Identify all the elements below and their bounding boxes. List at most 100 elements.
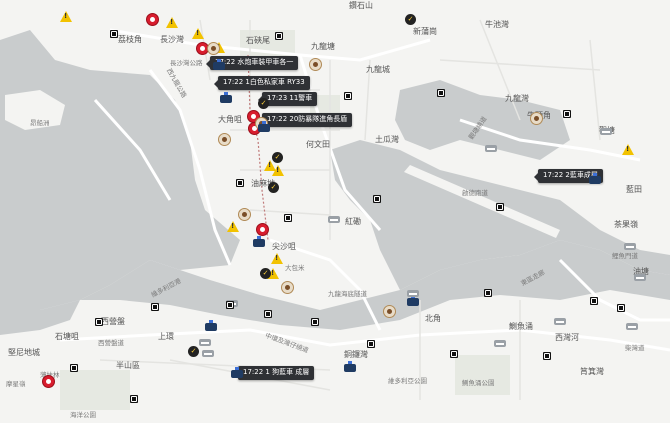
- mtr-station-icon: [590, 297, 598, 305]
- dog-marker[interactable]: [207, 42, 220, 55]
- dog-marker[interactable]: [238, 208, 251, 221]
- small-label-oceanpark: 海洋公園: [70, 411, 96, 419]
- police-van-marker[interactable]: [589, 173, 601, 184]
- place-northpoint: 北角: [425, 314, 441, 323]
- warning-marker[interactable]: !: [166, 17, 178, 28]
- callout-white-car[interactable]: 17:22 1白色私家車 RY33: [214, 76, 310, 90]
- mtr-station-icon: [264, 310, 272, 318]
- police-van-marker[interactable]: [205, 320, 217, 331]
- dog-marker[interactable]: [281, 281, 294, 294]
- small-label-csw-road: 長沙灣公路: [170, 59, 203, 67]
- mtr-station-icon: [367, 340, 375, 348]
- place-taipaomai: 大包米: [285, 264, 305, 272]
- checkpoint-marker[interactable]: [258, 98, 269, 109]
- mtr-station-icon: [95, 318, 103, 326]
- police-van-marker[interactable]: [253, 236, 265, 247]
- small-label-harbour-tunnel: 九龍海底隧道: [328, 290, 367, 298]
- small-label-syp-road: 西營盤道: [98, 339, 124, 347]
- mtr-station-icon: [284, 214, 292, 222]
- car-marker[interactable]: [634, 274, 646, 281]
- police-van-marker[interactable]: [258, 121, 270, 132]
- police-van-marker[interactable]: [213, 59, 225, 70]
- checkpoint-marker[interactable]: [188, 346, 199, 357]
- warning-marker[interactable]: !: [60, 11, 72, 22]
- dog-marker[interactable]: [309, 58, 322, 71]
- mtr-station-icon: [151, 303, 159, 311]
- place-lamtin: 藍田: [626, 185, 642, 194]
- car-marker[interactable]: [407, 290, 419, 297]
- car-marker[interactable]: [485, 145, 497, 152]
- small-label-lymun: 鯉魚門道: [612, 252, 638, 260]
- place-causewaybay: 銅鑼灣: [344, 350, 368, 359]
- red-incident-marker[interactable]: [256, 223, 269, 236]
- place-sanpokong: 新蒲崗: [413, 27, 437, 36]
- mtr-station-icon: [437, 89, 445, 97]
- place-tokwawan: 土瓜灣: [375, 135, 399, 144]
- warning-marker[interactable]: !: [622, 144, 634, 155]
- red-incident-marker[interactable]: [146, 13, 159, 26]
- car-marker[interactable]: [626, 323, 638, 330]
- small-label-victoria-park: 維多利亞公園: [388, 377, 427, 385]
- checkpoint-marker[interactable]: [272, 152, 283, 163]
- place-homantin: 何文田: [306, 140, 330, 149]
- place-hunghom: 紅磡: [345, 217, 361, 226]
- place-kennedytown: 堅尼地城: [8, 348, 40, 357]
- warning-marker[interactable]: !: [192, 28, 204, 39]
- place-tsimshatsui: 尖沙咀: [272, 242, 296, 251]
- mtr-station-icon: [110, 30, 118, 38]
- place-ngautauwan: 牛池灣: [485, 20, 509, 29]
- car-marker[interactable]: [624, 243, 636, 250]
- warning-marker[interactable]: !: [271, 253, 283, 264]
- warning-marker[interactable]: !: [227, 221, 239, 232]
- police-van-marker[interactable]: [231, 367, 243, 378]
- mtr-station-icon: [496, 203, 504, 211]
- car-marker[interactable]: [202, 350, 214, 357]
- car-marker[interactable]: [328, 216, 340, 223]
- checkpoint-marker[interactable]: [405, 14, 416, 25]
- mtr-station-icon: [373, 195, 381, 203]
- small-label-mtdavis: 摩星嶺: [6, 380, 26, 388]
- small-label-chaiwan-road: 柴灣道: [625, 344, 645, 352]
- mtr-station-icon: [563, 110, 571, 118]
- car-marker[interactable]: [600, 128, 612, 135]
- checkpoint-marker[interactable]: [260, 268, 271, 279]
- callout-police-cars[interactable]: 17:23 11警車: [257, 92, 318, 106]
- checkpoint-marker[interactable]: [268, 182, 279, 193]
- small-label-kaitak: 啟德跑道: [462, 189, 488, 197]
- mtr-station-icon: [344, 92, 352, 100]
- police-van-marker[interactable]: [220, 92, 232, 103]
- police-van-marker[interactable]: [344, 361, 356, 372]
- small-label-qbpark: 鰂魚涌公園: [462, 379, 495, 387]
- place-taikoktsui: 大角咀: [218, 115, 242, 124]
- car-marker[interactable]: [494, 340, 506, 347]
- map-canvas[interactable]: 荔枝角 長沙灣 石硤尾 九龍塘 新蒲崗 牛池灣 鑽石山 九龍城 九龍灣 牛頭角 …: [0, 0, 670, 423]
- red-incident-marker[interactable]: [42, 375, 55, 388]
- place-kowloonbay: 九龍灣: [505, 94, 529, 103]
- mtr-station-icon: [226, 301, 234, 309]
- dog-marker[interactable]: [530, 112, 543, 125]
- car-marker[interactable]: [554, 318, 566, 325]
- police-van-marker[interactable]: [407, 295, 419, 306]
- place-saiyingpun: 西營盤: [101, 317, 125, 326]
- callout-blue-car-hk[interactable]: 17:22 1 狗藍車 成層: [233, 366, 315, 380]
- place-kowlooncity: 九龍城: [366, 65, 390, 74]
- mtr-station-icon: [130, 395, 138, 403]
- place-shektongtsui: 石塘咀: [55, 332, 79, 341]
- mtr-station-icon: [236, 179, 244, 187]
- mtr-station-icon: [311, 318, 319, 326]
- place-shekkipmei: 石硤尾: [246, 36, 270, 45]
- callout-riot-police[interactable]: 17:22 20防暴隊進角長盾: [257, 113, 353, 127]
- car-marker[interactable]: [199, 339, 211, 346]
- mtr-station-icon: [70, 364, 78, 372]
- mtr-station-icon: [450, 350, 458, 358]
- place-diamondhill: 鑽石山: [349, 1, 373, 10]
- place-quarrybay: 鰂魚涌: [509, 322, 533, 331]
- place-saiwanho: 西灣河: [555, 333, 579, 342]
- mtr-station-icon: [543, 352, 551, 360]
- place-cheungshawan: 長沙灣: [160, 35, 184, 44]
- place-chakwoling: 茶果嶺: [614, 220, 638, 229]
- dog-marker[interactable]: [218, 133, 231, 146]
- dog-marker[interactable]: [383, 305, 396, 318]
- place-shaukeiwan: 筲箕灣: [580, 367, 604, 376]
- warning-marker[interactable]: !: [272, 165, 284, 176]
